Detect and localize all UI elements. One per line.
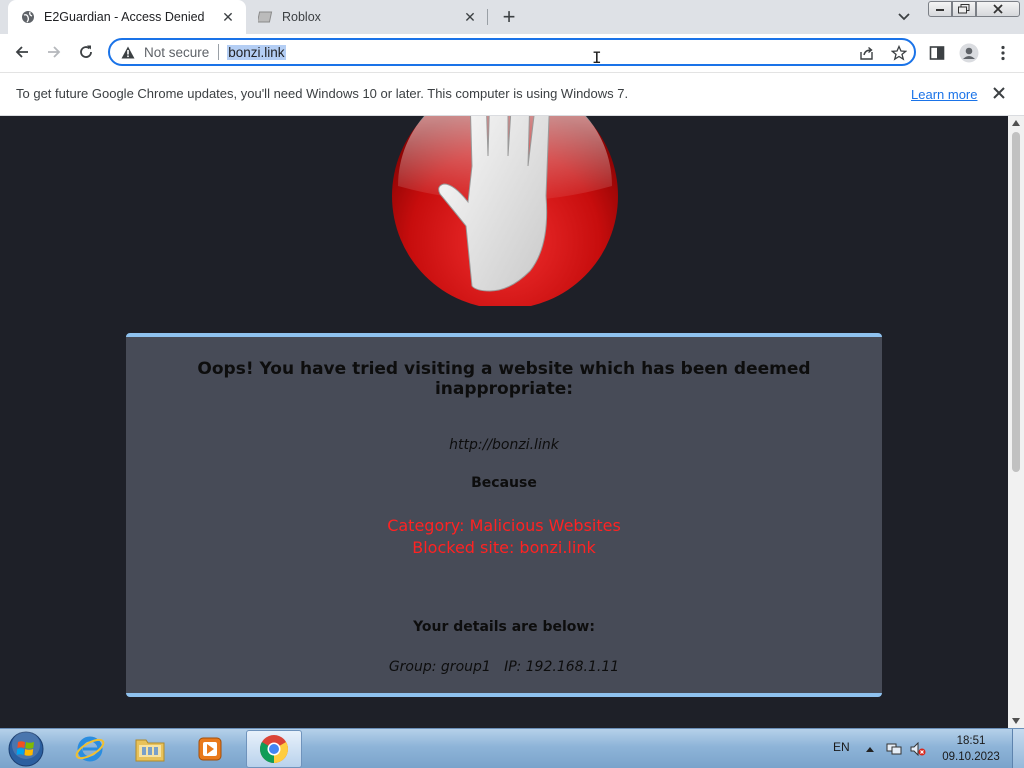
tab-strip: E2Guardian - Access Denied ✕ Roblox ✕ + <box>0 0 1024 34</box>
folder-icon <box>135 739 165 762</box>
volume-muted-icon[interactable] <box>910 741 926 757</box>
tab-separator <box>487 9 488 25</box>
back-button[interactable] <box>8 38 36 66</box>
start-button[interactable] <box>6 731 46 767</box>
new-tab-button[interactable]: + <box>496 4 522 29</box>
bookmark-star-icon[interactable] <box>888 44 910 62</box>
taskbar-chrome[interactable] <box>246 730 302 768</box>
menu-kebab-icon[interactable] <box>992 42 1014 64</box>
because-label: Because <box>471 475 537 491</box>
infobar-message: To get future Google Chrome updates, you… <box>16 86 629 101</box>
taskbar-internet-explorer[interactable] <box>62 730 118 768</box>
learn-more-link[interactable]: Learn more <box>911 87 977 102</box>
tab-search-icon[interactable] <box>893 8 915 26</box>
browser-toolbar: Not secure bonzi.link I <box>0 34 1024 72</box>
access-denied-panel: Oops! You have tried visiting a website … <box>126 333 882 697</box>
show-hidden-icons-icon[interactable] <box>862 741 878 757</box>
scrollbar-thumb[interactable] <box>1012 132 1020 472</box>
system-clock[interactable]: 18:51 09.10.2023 <box>936 733 1006 765</box>
omnibox-divider <box>218 44 220 60</box>
taskbar-file-explorer[interactable] <box>122 730 178 768</box>
close-infobar-icon[interactable] <box>990 84 1008 102</box>
security-status[interactable]: Not secure <box>144 45 209 60</box>
close-tab-icon[interactable]: ✕ <box>216 5 240 29</box>
text-cursor-icon: I <box>592 48 602 67</box>
media-player-icon <box>198 737 222 761</box>
blocked-url: http://bonzi.link <box>449 437 559 453</box>
tab-title: E2Guardian - Access Denied <box>44 10 205 24</box>
forward-button[interactable] <box>40 38 68 66</box>
clock-date: 09.10.2023 <box>942 751 1000 763</box>
taskbar-media-player[interactable] <box>182 730 238 768</box>
scroll-down-icon[interactable] <box>1008 714 1024 728</box>
tab-title: Roblox <box>282 10 321 24</box>
language-indicator[interactable]: EN <box>833 740 850 754</box>
blocked-site-line: Blocked site: bonzi.link <box>412 538 596 557</box>
tab-e2guardian[interactable]: E2Guardian - Access Denied ✕ <box>8 0 246 34</box>
block-reason: Category: Malicious Websites Blocked sit… <box>126 515 882 559</box>
side-panel-icon[interactable] <box>926 42 948 64</box>
close-window-button[interactable] <box>976 1 1020 17</box>
scroll-up-icon[interactable] <box>1008 116 1024 130</box>
profile-avatar-icon[interactable] <box>958 42 980 64</box>
restore-button[interactable] <box>952 1 976 17</box>
roblox-icon <box>258 9 274 25</box>
page-scrollbar[interactable] <box>1008 116 1024 728</box>
tab-roblox[interactable]: Roblox ✕ <box>248 0 488 34</box>
url-text[interactable]: bonzi.link <box>227 44 286 60</box>
address-bar[interactable]: Not secure bonzi.link <box>108 38 916 66</box>
windows-logo-icon <box>8 731 44 767</box>
internet-explorer-icon <box>75 736 105 762</box>
block-heading: Oops! You have tried visiting a website … <box>197 359 811 399</box>
category-line: Category: Malicious Websites <box>387 516 621 535</box>
warning-icon[interactable] <box>120 44 136 60</box>
minimize-button[interactable] <box>928 1 952 17</box>
globe-icon <box>20 9 36 25</box>
reload-button[interactable] <box>72 38 100 66</box>
chrome-icon <box>260 735 288 763</box>
clock-time: 18:51 <box>956 735 986 747</box>
close-tab-icon[interactable]: ✕ <box>458 5 482 29</box>
windows-taskbar: EN 18:51 09.10.2023 <box>0 728 1024 768</box>
page-content: Oops! You have tried visiting a website … <box>0 116 1008 728</box>
network-icon[interactable] <box>886 741 902 757</box>
group-ip-info: Group: group1 IP: 192.168.1.11 <box>388 659 620 675</box>
details-label: Your details are below: <box>413 619 595 635</box>
show-desktop-button[interactable] <box>1012 729 1024 768</box>
stop-hand-icon <box>392 116 618 306</box>
share-icon[interactable] <box>856 44 878 62</box>
update-infobar: To get future Google Chrome updates, you… <box>0 72 1024 116</box>
